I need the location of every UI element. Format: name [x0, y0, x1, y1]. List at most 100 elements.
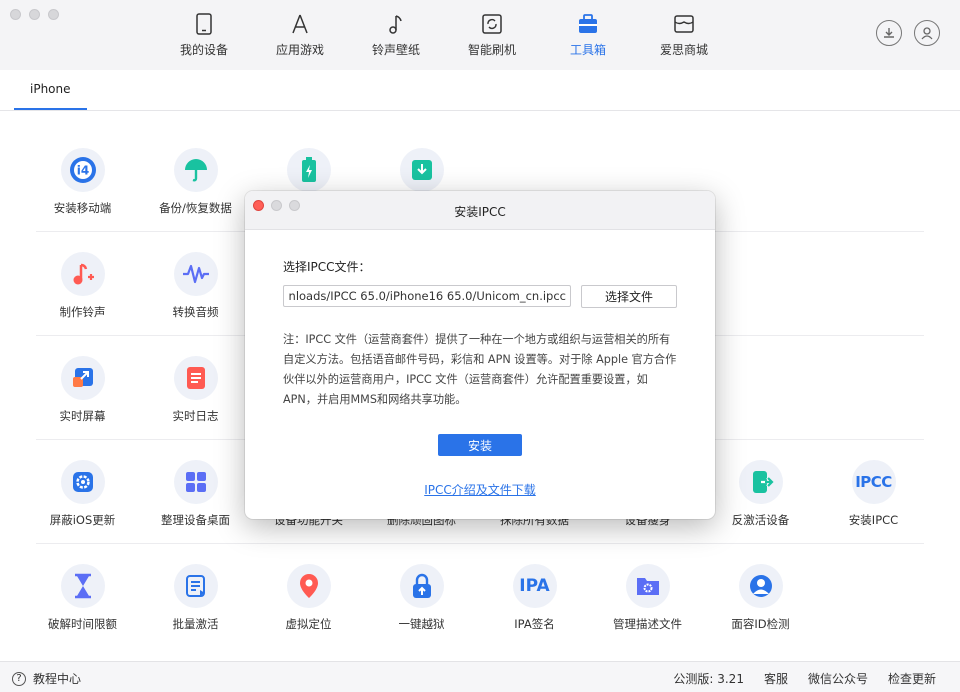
tool-backup-restore[interactable]: 备份/恢复数据: [139, 148, 252, 216]
tool-ipa-sign[interactable]: IPA IPA签名: [478, 564, 591, 632]
i4-logo-icon: i4: [69, 157, 96, 183]
question-icon: ?: [12, 671, 26, 686]
top-nav: 我的设备 应用游戏 铃声壁纸 智能刷机 工具箱 爱思商城: [156, 10, 732, 58]
lock-upload-icon: [412, 573, 431, 598]
flash-icon: [482, 14, 502, 34]
tool-row: 破解时间限额 批量激活 虚拟定位 一键越狱 IPA IPA签名 管理描述文件 面…: [26, 544, 934, 648]
tool-crack-screen-time[interactable]: 破解时间限额: [26, 564, 139, 632]
ipcc-info-link[interactable]: IPCC介绍及文件下载: [283, 481, 677, 498]
face-id-icon: [749, 575, 772, 597]
close-window-button[interactable]: [10, 9, 21, 20]
ipa-icon: IPA: [519, 576, 550, 596]
tool-label: 实时屏幕: [59, 409, 106, 423]
tool-label: 实时日志: [172, 409, 219, 423]
nav-label: 铃声壁纸: [371, 43, 420, 57]
tool-block-ios-update[interactable]: 屏蔽iOS更新: [26, 460, 139, 528]
phone-icon: [196, 13, 212, 35]
hourglass-icon: [74, 573, 91, 599]
dialog-title: 安装IPCC: [454, 205, 506, 219]
battery-icon: [301, 157, 316, 182]
tool-organize-desktop[interactable]: 整理设备桌面: [139, 460, 252, 528]
tool-label: 安装IPCC: [848, 513, 899, 527]
tool-realtime-screen[interactable]: 实时屏幕: [26, 356, 139, 424]
install-button[interactable]: 安装: [438, 434, 522, 456]
tool-batch-activate[interactable]: 批量激活: [139, 564, 252, 632]
tool-download-firmware[interactable]: [365, 148, 478, 192]
nav-label: 我的设备: [179, 43, 228, 57]
tool-realtime-log[interactable]: 实时日志: [139, 356, 252, 424]
ipcc-icon: IPCC: [855, 473, 892, 491]
tool-install-mobile[interactable]: i4 安装移动端: [26, 148, 139, 216]
status-right: 公测版: 3.21 客服 微信公众号 检查更新: [673, 670, 936, 687]
tab-iphone[interactable]: iPhone: [14, 70, 87, 110]
nav-ringtones[interactable]: 铃声壁纸: [348, 10, 444, 58]
store-icon: [674, 15, 694, 33]
window-controls: [10, 9, 59, 20]
ringtone-icon: [73, 263, 94, 285]
download-button[interactable]: [876, 20, 902, 46]
grid-icon: [185, 472, 206, 492]
svg-text:i4: i4: [76, 164, 88, 178]
nav-store[interactable]: 爱思商城: [636, 10, 732, 58]
tutorial-center[interactable]: ? 教程中心: [12, 670, 81, 687]
nav-smart-flash[interactable]: 智能刷机: [444, 10, 540, 58]
minimize-window-button[interactable]: [29, 9, 40, 20]
tool-label: 管理描述文件: [613, 617, 682, 631]
umbrella-icon: [184, 159, 207, 182]
nav-toolbox[interactable]: 工具箱: [540, 10, 636, 58]
nav-label: 工具箱: [569, 43, 606, 57]
tool-battery[interactable]: [252, 148, 365, 192]
tool-label: 破解时间限额: [48, 617, 117, 631]
tool-install-ipcc[interactable]: IPCC 安装IPCC: [817, 460, 930, 528]
location-pin-icon: [299, 574, 318, 598]
screen-mirror-icon: [72, 368, 93, 387]
wechat-link[interactable]: 微信公众号: [808, 670, 868, 687]
download-icon: [884, 28, 894, 38]
toolbox-icon: [579, 14, 597, 33]
ipcc-note: 注：IPCC 文件（运营商套件）提供了一种在一个地方或组织与运营相关的所有自定义…: [283, 333, 677, 406]
tool-convert-audio[interactable]: 转换音频: [139, 252, 252, 320]
tool-label: 面容ID检测: [731, 617, 790, 631]
tool-deactivate-device[interactable]: 反激活设备: [704, 460, 817, 528]
profile-folder-icon: [636, 578, 659, 595]
zoom-window-button[interactable]: [48, 9, 59, 20]
tool-face-id-check[interactable]: 面容ID检测: [704, 564, 817, 632]
install-ipcc-dialog: 安装IPCC 选择IPCC文件： 选择文件 注：IPCC 文件（运营商套件）提供…: [245, 191, 715, 519]
tool-label: 一键越狱: [398, 617, 445, 631]
nav-label: 智能刷机: [467, 43, 516, 57]
tool-manage-profiles[interactable]: 管理描述文件: [591, 564, 704, 632]
deactivate-phone-icon: [752, 471, 774, 493]
tool-label: 安装移动端: [53, 201, 112, 215]
waveform-icon: [182, 264, 209, 284]
choose-file-button[interactable]: 选择文件: [581, 285, 677, 308]
batch-list-icon: [185, 575, 205, 597]
nav-label: 应用游戏: [275, 43, 324, 57]
device-tab-bar: iPhone: [0, 70, 960, 111]
user-button[interactable]: [914, 20, 940, 46]
title-bar: 我的设备 应用游戏 铃声壁纸 智能刷机 工具箱 爱思商城: [0, 0, 960, 71]
tool-label: 制作铃声: [59, 305, 106, 319]
tool-make-ringtone[interactable]: 制作铃声: [26, 252, 139, 320]
music-note-icon: [389, 15, 402, 34]
log-icon: [186, 367, 205, 389]
dialog-titlebar: 安装IPCC: [245, 191, 715, 230]
tool-label: 屏蔽iOS更新: [49, 513, 116, 527]
check-update-link[interactable]: 检查更新: [888, 670, 936, 687]
tool-virtual-location[interactable]: 虚拟定位: [252, 564, 365, 632]
tool-one-click-jailbreak[interactable]: 一键越狱: [365, 564, 478, 632]
file-label: 选择IPCC文件：: [283, 260, 371, 274]
tool-label: 转换音频: [172, 305, 219, 319]
nav-apps-games[interactable]: 应用游戏: [252, 10, 348, 58]
tool-label: IPA签名: [514, 617, 555, 631]
nav-my-device[interactable]: 我的设备: [156, 10, 252, 58]
app-store-icon: [292, 14, 308, 34]
gear-icon: [72, 472, 93, 492]
tool-label: 批量激活: [172, 617, 219, 631]
tool-label: 备份/恢复数据: [159, 201, 232, 215]
user-icon: [921, 27, 933, 40]
ipcc-path-input[interactable]: [283, 285, 571, 307]
download-box-icon: [411, 160, 432, 180]
tool-label: 反激活设备: [731, 513, 790, 527]
customer-service-link[interactable]: 客服: [764, 670, 788, 687]
top-right-actions: [876, 20, 940, 46]
